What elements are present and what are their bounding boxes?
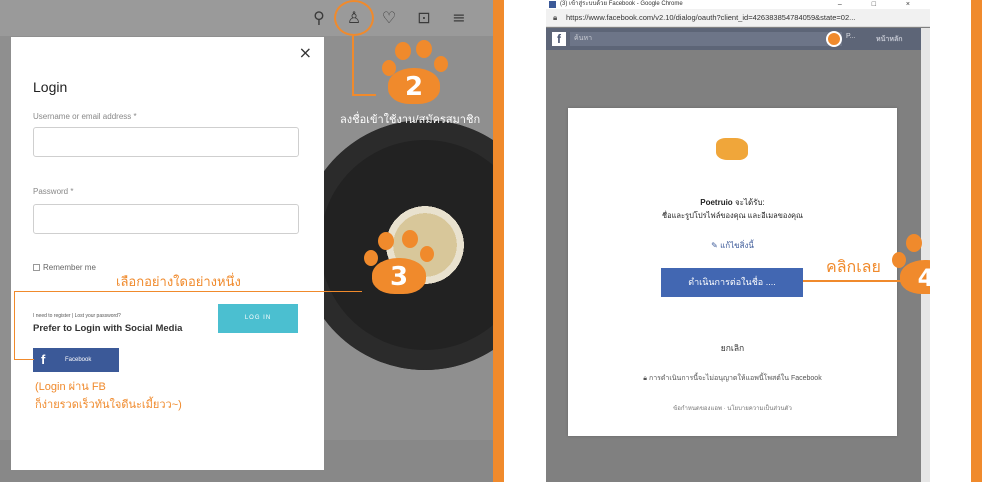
- divider: [493, 0, 504, 482]
- remember-me[interactable]: Remember me: [33, 263, 96, 272]
- profile-avatar[interactable]: [826, 31, 842, 47]
- address-bar[interactable]: 🔒︎ https://www.facebook.com/v2.10/dialog…: [546, 9, 930, 27]
- step-4-caption: คลิกเลย: [826, 259, 881, 276]
- modal-title: Login: [33, 79, 68, 95]
- step-2-number: 2: [388, 68, 440, 104]
- search-placeholder: ค้นหา: [574, 35, 593, 42]
- divider: [971, 0, 982, 482]
- callout-line: [14, 291, 362, 292]
- lock-icon: 🔒︎: [553, 13, 558, 22]
- facebook-favicon-icon: [549, 1, 556, 8]
- policy-links[interactable]: ข้อกำหนดของแอพ · นโยบายความเป็นส่วนตัว: [568, 403, 897, 413]
- facebook-search-input[interactable]: ค้นหา ⚲: [570, 32, 842, 46]
- cancel-button[interactable]: ยกเลิก: [568, 341, 897, 355]
- search-icon[interactable]: ⚲: [309, 8, 329, 28]
- password-field[interactable]: [33, 204, 299, 234]
- app-logo: [716, 138, 748, 160]
- profile-name[interactable]: P...: [846, 33, 856, 40]
- callout-line: [14, 291, 15, 360]
- callout-line: [352, 94, 376, 96]
- edit-permissions-link[interactable]: ✎ แก้ไขสิ่งนี้: [568, 239, 897, 252]
- url-text: https://www.facebook.com/v2.10/dialog/oa…: [566, 13, 856, 22]
- window-controls[interactable]: – □ ×: [838, 0, 924, 9]
- notice-text: การดำเนินการนี้จะไม่อนุญาตให้แอพนี้โพสต์…: [648, 375, 822, 382]
- facebook-top-bar: f ค้นหา ⚲ P... หน้าหลัก: [546, 28, 930, 50]
- login-modal: × Login Username or email address * Pass…: [11, 37, 324, 470]
- menu-icon[interactable]: ≡: [449, 8, 469, 28]
- receive-text: จะได้รับ:: [734, 198, 765, 207]
- heart-icon[interactable]: ♡: [379, 8, 399, 28]
- fb-note-line-1: (Login ผ่าน FB: [35, 381, 106, 393]
- social-login-title: Prefer to Login with Social Media: [33, 323, 183, 334]
- app-permission-heading: Poetruio จะได้รับ:: [568, 196, 897, 209]
- window-title: (3) เข้าสู่ระบบด้วย Facebook - Google Ch…: [560, 1, 683, 7]
- edit-label: แก้ไขสิ่งนี้: [720, 241, 754, 250]
- paw-badge-step-3: 3: [362, 228, 440, 296]
- username-label: Username or email address *: [33, 112, 137, 121]
- edit-icon: ✎: [711, 241, 721, 250]
- step-3-caption: เลือกอย่างใดอย่างหนึ่ง: [116, 274, 241, 289]
- facebook-logo-icon[interactable]: f: [552, 32, 566, 46]
- user-icon-highlight: [334, 0, 374, 36]
- window-title-bar: (3) เข้าสู่ระบบด้วย Facebook - Google Ch…: [546, 0, 930, 9]
- facebook-icon: f: [41, 352, 46, 367]
- username-field[interactable]: [33, 127, 299, 157]
- callout-line: [352, 36, 354, 94]
- bag-icon[interactable]: ⊡: [414, 8, 434, 28]
- remember-checkbox[interactable]: [33, 264, 40, 271]
- callout-line: [14, 359, 34, 360]
- home-link[interactable]: หน้าหลัก: [876, 34, 902, 45]
- continue-as-button[interactable]: ดำเนินการต่อในชื่อ ....: [661, 268, 803, 297]
- tutorial-screenshot: ⚲ ♙ ♡ ⊡ ≡ 2 ลงชื่อเข้าใช้งาน/สมัครสมาชิก…: [0, 0, 982, 482]
- app-name: Poetruio: [700, 198, 733, 207]
- step-2-caption: ลงชื่อเข้าใช้งาน/สมัครสมาชิก: [340, 114, 481, 126]
- callout-line: [803, 280, 903, 282]
- close-icon[interactable]: ×: [299, 43, 312, 62]
- step-3-number: 3: [372, 258, 426, 294]
- fb-note-line-2: ก็ง่ายรวดเร็วทันใจดีนะเมี้ยวว~): [35, 399, 182, 411]
- paw-badge-step-2: 2: [374, 38, 454, 106]
- facebook-button-label: Facebook: [65, 357, 92, 363]
- permissions-text: ชื่อและรูปโปรไฟล์ของคุณ และอีเมลของคุณ: [661, 211, 804, 220]
- password-label: Password *: [33, 187, 74, 196]
- divider: [504, 0, 544, 482]
- log-in-button[interactable]: LOG IN: [218, 304, 298, 333]
- divider: [930, 0, 971, 482]
- no-post-notice: 🔒︎ การดำเนินการนี้จะไม่อนุญาตให้แอพนี้โพ…: [568, 373, 897, 384]
- remember-label: Remember me: [43, 263, 96, 272]
- website-login-panel: ⚲ ♙ ♡ ⊡ ≡ 2 ลงชื่อเข้าใช้งาน/สมัครสมาชิก…: [0, 0, 493, 482]
- register-lost-password-links[interactable]: I need to register | Lost your password?: [33, 313, 121, 319]
- facebook-login-button[interactable]: f Facebook: [33, 348, 119, 372]
